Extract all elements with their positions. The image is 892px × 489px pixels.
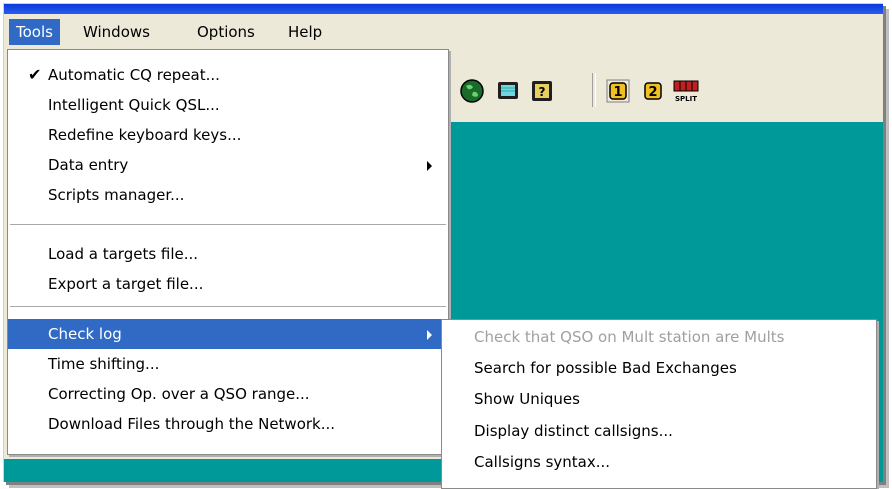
vfo-2-label: 2 (648, 85, 657, 100)
menu-tools[interactable]: Tools (9, 19, 60, 45)
menu-item-label: Load a targets file... (48, 245, 199, 263)
menu-item-export-target-file[interactable]: Export a target file... (8, 269, 448, 299)
menu-separator (10, 306, 446, 308)
vfo-1-label: 1 (613, 85, 622, 100)
vfo-1-icon[interactable]: 1 (605, 78, 631, 104)
menu-item-check-log[interactable]: Check log (8, 319, 448, 349)
menu-item-intelligent-quick-qsl[interactable]: Intelligent Quick QSL... (8, 90, 448, 120)
menu-item-label: Export a target file... (48, 275, 204, 293)
menu-item-download-files[interactable]: Download Files through the Network... (8, 409, 448, 439)
menu-item-label: Check log (48, 325, 122, 343)
monitor-icon[interactable] (495, 78, 521, 104)
menu-item-label: Time shifting... (48, 355, 160, 373)
submenu-item-check-mults: Check that QSO on Mult station are Mults (442, 322, 876, 352)
menu-windows[interactable]: Windows (76, 19, 157, 45)
submenu-item-label: Show Uniques (474, 390, 580, 408)
svg-text:?: ? (539, 85, 546, 99)
title-bar (4, 4, 883, 14)
menu-item-correcting-op[interactable]: Correcting Op. over a QSO range... (8, 379, 448, 409)
menu-options[interactable]: Options (190, 19, 262, 45)
menu-item-load-targets-file[interactable]: Load a targets file... (8, 239, 448, 269)
split-icon[interactable]: SPLIT (672, 78, 700, 104)
submenu-item-label: Callsigns syntax... (474, 453, 611, 471)
checkmark-icon: ✔ (28, 65, 42, 84)
menu-item-label: Data entry (48, 156, 129, 174)
submenu-arrow-icon (427, 161, 432, 171)
submenu-item-callsigns-syntax[interactable]: Callsigns syntax... (442, 447, 876, 477)
globe-icon[interactable] (459, 78, 485, 104)
menu-item-redefine-keyboard-keys[interactable]: Redefine keyboard keys... (8, 120, 448, 150)
menu-item-label: Download Files through the Network... (48, 415, 336, 433)
submenu-item-distinct-callsigns[interactable]: Display distinct callsigns... (442, 416, 876, 446)
submenu-arrow-icon (427, 330, 432, 340)
submenu-item-label: Search for possible Bad Exchanges (474, 359, 737, 377)
menu-item-label: Intelligent Quick QSL... (48, 96, 220, 114)
menu-item-label: Automatic CQ repeat... (48, 66, 220, 84)
vfo-2-icon[interactable]: 2 (640, 78, 666, 104)
log-area-lower (4, 459, 444, 482)
check-log-submenu: Check that QSO on Mult station are Mults… (441, 319, 877, 489)
menu-item-time-shifting[interactable]: Time shifting... (8, 349, 448, 379)
tools-menu: ✔ Automatic CQ repeat... Intelligent Qui… (7, 49, 449, 455)
menu-bar: Tools Windows Options Help (4, 14, 883, 51)
submenu-item-bad-exchanges[interactable]: Search for possible Bad Exchanges (442, 353, 876, 383)
menu-item-scripts-manager[interactable]: Scripts manager... (8, 180, 448, 210)
question-map-icon[interactable]: ? (529, 78, 555, 104)
menu-item-automatic-cq-repeat[interactable]: ✔ Automatic CQ repeat... (8, 60, 448, 90)
submenu-item-show-uniques[interactable]: Show Uniques (442, 384, 876, 414)
menu-separator (10, 224, 446, 226)
split-label: SPLIT (675, 95, 697, 103)
menu-item-label: Scripts manager... (48, 186, 185, 204)
menu-item-label: Correcting Op. over a QSO range... (48, 385, 310, 403)
menu-item-label: Redefine keyboard keys... (48, 126, 242, 144)
menu-help[interactable]: Help (281, 19, 329, 45)
menu-item-data-entry[interactable]: Data entry (8, 150, 448, 180)
submenu-item-label: Display distinct callsigns... (474, 422, 673, 440)
toolbar-separator (592, 73, 596, 107)
submenu-item-label: Check that QSO on Mult station are Mults (474, 328, 785, 346)
